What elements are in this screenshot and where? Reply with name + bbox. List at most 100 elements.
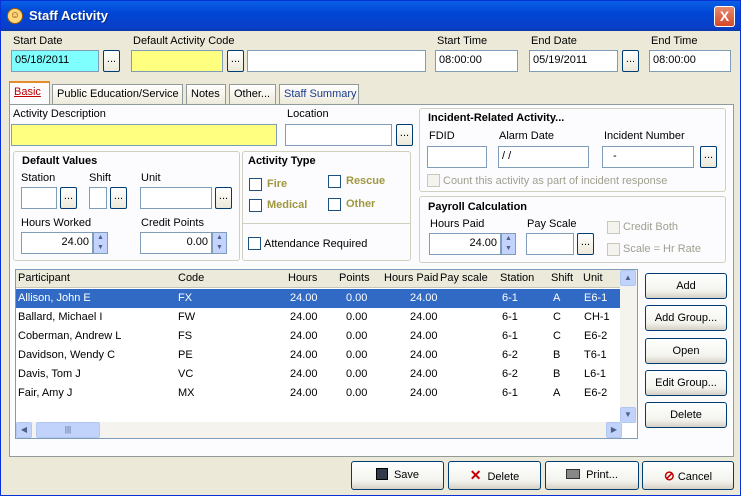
tab-staff-summary[interactable]: Staff Summary — [279, 84, 359, 105]
table-cell: B — [553, 368, 561, 380]
table-cell: A — [553, 387, 561, 399]
cancel-icon: ⊘ — [663, 468, 675, 483]
col-code[interactable]: Code — [178, 272, 204, 284]
table-cell: Fair, Amy J — [18, 387, 73, 399]
incident-lookup-button[interactable]: ... — [700, 146, 717, 168]
add-button[interactable]: Add — [645, 273, 727, 299]
horizontal-scroll-thumb[interactable]: ||| — [36, 422, 100, 438]
table-row[interactable]: Davidson, Wendy C PE 24.00 0.00 24.00 6-2 B T6-… — [16, 346, 622, 365]
tab-other[interactable]: Other... — [229, 84, 276, 105]
col-points[interactable]: Points — [339, 272, 370, 284]
col-participant[interactable]: Participant — [18, 272, 70, 284]
table-cell: 24.00 — [410, 387, 438, 399]
add-group-button[interactable]: Add Group... — [645, 305, 727, 331]
table-row[interactable]: Fair, Amy J MX 24.00 0.00 24.00 6-1 A E6-2 — [16, 384, 622, 403]
col-hours-paid[interactable]: Hours Paid — [384, 272, 438, 284]
credit-both-checkbox[interactable] — [607, 221, 620, 234]
table-cell: FW — [178, 311, 196, 323]
col-hours[interactable]: Hours — [288, 272, 317, 284]
hours-worked-input[interactable]: 24.00 — [21, 232, 93, 254]
scroll-right-button[interactable]: ▶ — [606, 422, 622, 438]
fdid-input[interactable] — [427, 146, 487, 168]
location-lookup-button[interactable]: ... — [396, 124, 413, 146]
table-cell: VC — [178, 368, 194, 380]
table-cell: 0.00 — [346, 330, 368, 342]
default-activity-code-input[interactable] — [131, 50, 223, 72]
credit-points-input[interactable]: 0.00 — [140, 232, 212, 254]
station-lookup-button[interactable]: ... — [60, 187, 77, 209]
credit-points-spinner[interactable]: ▲ ▼ — [212, 232, 227, 254]
count-activity-label: Count this activity as part of incident … — [443, 175, 668, 187]
open-button[interactable]: Open — [645, 338, 727, 364]
table-cell: PE — [178, 349, 193, 361]
participants-grid[interactable]: Participant Code Hours Points Hours Paid… — [15, 269, 638, 439]
incident-related-title: Incident-Related Activity... — [426, 112, 567, 124]
other-label: Other — [346, 198, 376, 210]
incident-number-label: Incident Number — [604, 130, 685, 142]
table-row[interactable]: Allison, John E FX 24.00 0.00 24.00 6-1 A E6-1 — [16, 289, 622, 308]
alarm-date-input[interactable]: / / — [498, 146, 589, 168]
start-time-input[interactable]: 08:00:00 — [435, 50, 518, 72]
end-time-input[interactable]: 08:00:00 — [649, 50, 731, 72]
fire-checkbox[interactable] — [249, 178, 262, 191]
activity-description-input[interactable] — [11, 124, 277, 146]
table-row[interactable]: Davis, Tom J VC 24.00 0.00 24.00 6-2 B L6-1 — [16, 365, 622, 384]
pay-scale-input[interactable] — [526, 233, 574, 255]
table-cell: 24.00 — [410, 368, 438, 380]
incident-number-input[interactable]: - — [602, 146, 694, 168]
table-cell: 6-1 — [502, 292, 518, 304]
table-row[interactable]: Coberman, Andrew L FS 24.00 0.00 24.00 6-1 C E6… — [16, 327, 622, 346]
close-button[interactable]: X — [714, 6, 735, 27]
tab-basic[interactable]: Basic — [9, 81, 50, 105]
table-cell: 24.00 — [410, 311, 438, 323]
delete-participant-button[interactable]: Delete — [645, 402, 727, 428]
unit-input[interactable] — [140, 187, 212, 209]
delete-button[interactable]: ✕ Delete — [448, 461, 541, 490]
attendance-required-checkbox[interactable] — [248, 237, 261, 250]
scroll-down-button[interactable]: ▼ — [620, 407, 636, 423]
table-cell: 0.00 — [346, 368, 368, 380]
print-button[interactable]: Print... — [545, 461, 639, 490]
end-date-picker-button[interactable]: ... — [622, 50, 639, 72]
shift-lookup-button[interactable]: ... — [110, 187, 127, 209]
save-button[interactable]: Save — [351, 461, 444, 490]
scroll-up-button[interactable]: ▲ — [620, 270, 636, 286]
col-shift[interactable]: Shift — [551, 272, 573, 284]
scroll-left-button[interactable]: ◀ — [16, 422, 32, 438]
vertical-scrollbar[interactable]: ▲ ▼ — [620, 270, 637, 423]
medical-checkbox[interactable] — [249, 199, 262, 212]
table-cell: Coberman, Andrew L — [18, 330, 122, 342]
tab-public-education[interactable]: Public Education/Service — [52, 84, 183, 105]
table-cell: FX — [178, 292, 193, 304]
rescue-checkbox[interactable] — [328, 175, 341, 188]
hours-paid-spinner[interactable]: ▲ ▼ — [501, 233, 516, 255]
activity-code-description-input[interactable] — [247, 50, 426, 72]
cancel-button[interactable]: ⊘ Cancel — [642, 461, 734, 490]
scale-hr-rate-checkbox[interactable] — [607, 243, 620, 256]
hours-paid-input[interactable]: 24.00 — [429, 233, 501, 255]
edit-group-button[interactable]: Edit Group... — [645, 370, 727, 396]
col-pay-scale[interactable]: Pay scale — [440, 272, 488, 284]
activity-code-lookup-button[interactable]: ... — [227, 50, 244, 72]
unit-lookup-button[interactable]: ... — [215, 187, 232, 209]
tab-notes[interactable]: Notes — [186, 84, 226, 105]
hours-worked-spinner[interactable]: ▲ ▼ — [93, 232, 108, 254]
col-station[interactable]: Station — [500, 272, 534, 284]
attendance-required-label: Attendance Required — [264, 238, 368, 250]
table-cell: E6-2 — [584, 387, 608, 399]
start-date-picker-button[interactable]: ... — [103, 50, 120, 72]
table-row[interactable]: Ballard, Michael I FW 24.00 0.00 24.00 6-1 C CH… — [16, 308, 622, 327]
start-date-input[interactable]: 05/18/2011 — [11, 50, 99, 72]
other-checkbox[interactable] — [328, 198, 341, 211]
station-input[interactable] — [21, 187, 57, 209]
station-label: Station — [21, 172, 56, 184]
table-cell: 24.00 — [290, 349, 318, 361]
col-unit[interactable]: Unit — [583, 272, 603, 284]
count-activity-checkbox[interactable] — [427, 174, 440, 187]
table-cell: CH-1 — [584, 311, 610, 323]
end-date-input[interactable]: 05/19/2011 — [529, 50, 618, 72]
pay-scale-lookup-button[interactable]: ... — [577, 233, 594, 255]
location-input[interactable] — [285, 124, 392, 146]
horizontal-scrollbar[interactable]: ◀ ||| ▶ — [16, 422, 622, 438]
shift-input[interactable] — [89, 187, 107, 209]
